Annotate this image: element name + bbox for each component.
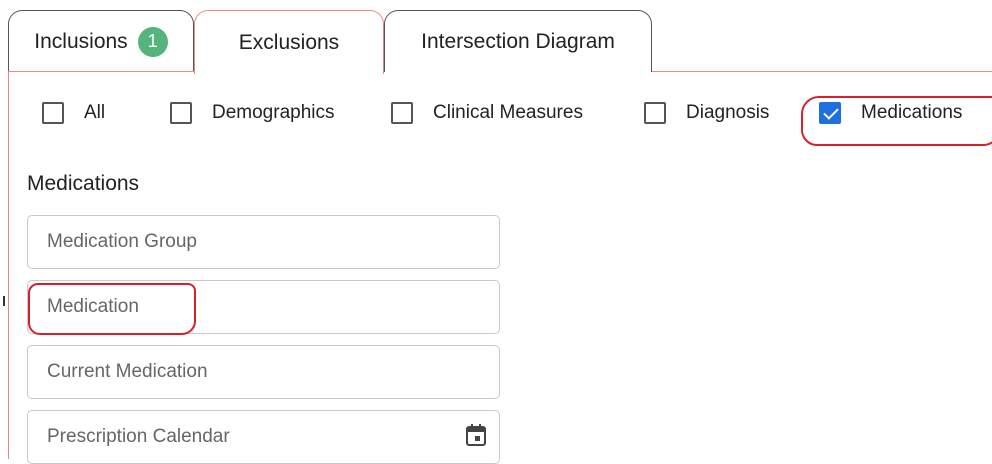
calendar-icon[interactable] <box>465 423 487 447</box>
tab-intersection-label: Intersection Diagram <box>421 29 615 53</box>
filter-medications-label: Medications <box>861 102 963 123</box>
checkbox-demographics[interactable] <box>170 102 192 124</box>
tab-bar: Inclusions 1 Exclusions Intersection Dia… <box>0 0 992 74</box>
medication-group-field[interactable] <box>27 215 500 269</box>
checkbox-medications[interactable] <box>819 102 841 124</box>
section-title: Medications <box>27 172 140 195</box>
filter-clinical-measures[interactable]: Clinical Measures <box>391 102 583 124</box>
filter-diagnosis-label: Diagnosis <box>686 102 770 123</box>
tab-inclusions[interactable]: Inclusions 1 <box>8 10 194 72</box>
edge-tick-mark <box>3 296 5 306</box>
filter-all[interactable]: All <box>42 102 105 124</box>
filter-demographics-label: Demographics <box>212 102 335 123</box>
tab-underline-left <box>8 71 194 72</box>
checkbox-clinical-measures[interactable] <box>391 102 413 124</box>
inclusions-count-badge: 1 <box>137 26 168 57</box>
filter-clinical-measures-label: Clinical Measures <box>433 102 583 123</box>
prescription-calendar-field[interactable] <box>27 410 500 464</box>
tab-exclusions[interactable]: Exclusions <box>194 10 384 74</box>
tab-intersection-diagram[interactable]: Intersection Diagram <box>384 10 652 72</box>
checkbox-diagnosis[interactable] <box>644 102 666 124</box>
tab-inclusions-label: Inclusions <box>34 29 128 53</box>
filter-diagnosis[interactable]: Diagnosis <box>644 102 769 124</box>
filter-medications[interactable]: Medications <box>819 102 962 124</box>
filter-demographics[interactable]: Demographics <box>170 102 335 124</box>
prescription-calendar-input[interactable] <box>47 426 499 448</box>
tab-underline-right <box>652 71 992 72</box>
current-medication-input[interactable] <box>47 361 499 383</box>
filter-all-label: All <box>84 102 106 123</box>
tab-exclusions-label: Exclusions <box>238 30 340 54</box>
medication-group-input[interactable] <box>47 231 499 253</box>
current-medication-field[interactable] <box>27 345 500 399</box>
medication-field[interactable] <box>27 280 500 334</box>
checkbox-all[interactable] <box>42 102 64 124</box>
category-filters: All Demographics Clinical Measures Diagn… <box>0 94 992 140</box>
medication-input[interactable] <box>47 296 499 318</box>
